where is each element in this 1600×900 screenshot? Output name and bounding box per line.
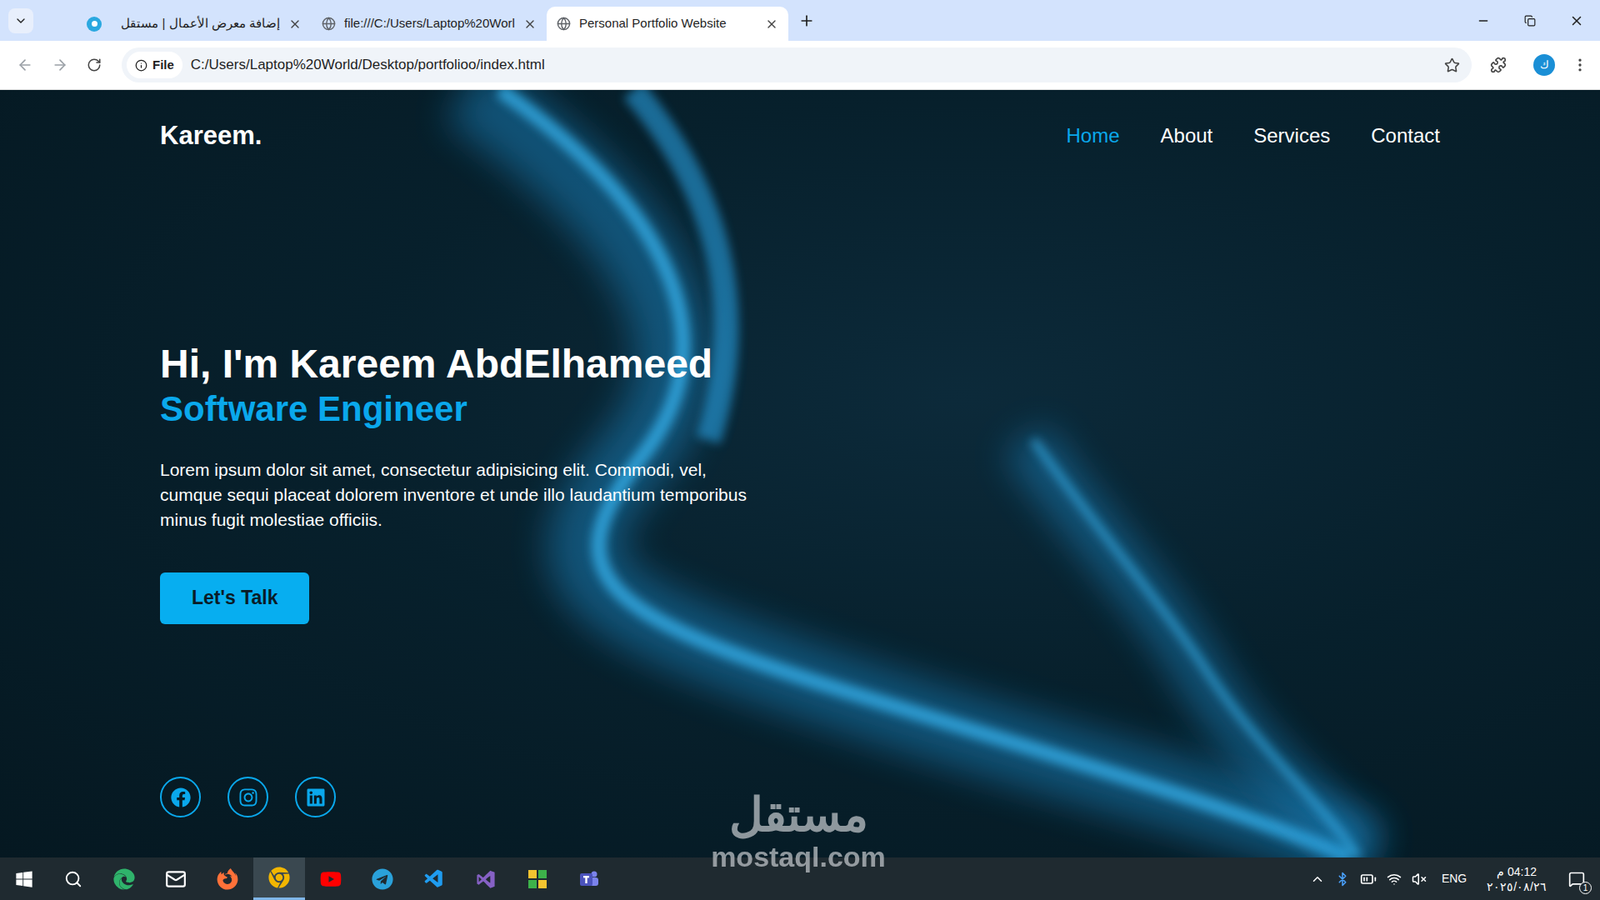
- menu-icon[interactable]: [1571, 56, 1589, 74]
- social-links: [160, 776, 1440, 818]
- firefox-icon: [216, 868, 239, 890]
- browser-tab[interactable]: file:///C:/Users/Laptop%20Worl: [311, 6, 547, 41]
- portfolio-page: Kareem. Home About Services Contact Hi, I'm K…: [0, 90, 1600, 858]
- tab-title: إضافة معرض الأعمال | مستقل: [110, 14, 280, 34]
- windows-icon: [15, 870, 34, 889]
- battery-icon[interactable]: [1360, 870, 1377, 888]
- edge-icon: [113, 868, 135, 890]
- file-badge[interactable]: File: [126, 51, 183, 79]
- watermark: مستقلmostaql.com: [710, 790, 886, 874]
- address-bar[interactable]: File C:/Users/Laptop%20World/Desktop/port…: [121, 47, 1472, 83]
- close-tab-icon[interactable]: [523, 17, 537, 31]
- back-icon[interactable]: [16, 56, 34, 74]
- linkedin-icon: [305, 787, 326, 808]
- social-link[interactable]: [227, 776, 269, 818]
- start-button[interactable]: [0, 857, 49, 900]
- language-indicator[interactable]: ENG: [1436, 870, 1472, 888]
- vscode-icon: [423, 868, 445, 890]
- tab-title: Personal Portfolio Website: [579, 14, 757, 34]
- reload-icon[interactable]: [86, 57, 102, 73]
- wifi-icon[interactable]: [1386, 871, 1402, 887]
- main-nav: Home About Services Contact: [1066, 120, 1441, 151]
- system-tray: ENG 04:12 م٢٠٢٥/٠٨/٢٦ 1: [1310, 864, 1600, 895]
- volume-muted-icon[interactable]: [1411, 871, 1427, 887]
- taskbar-app[interactable]: [98, 857, 150, 900]
- info-icon: [135, 59, 148, 72]
- mail-icon: [165, 868, 187, 890]
- url-text: C:/Users/Laptop%20World/Desktop/portfoli…: [190, 54, 1436, 76]
- watermark-latin: mostaql.com: [710, 840, 886, 874]
- restore-icon: [1524, 15, 1536, 27]
- lets-talk-button[interactable]: Let's Talk: [160, 572, 310, 625]
- tab-title: file:///C:/Users/Laptop%20Worl: [344, 14, 515, 34]
- profile-avatar[interactable]: ك: [1533, 54, 1555, 76]
- desktop-screen: إضافة معرض الأعمال | مستقل file:///C:/Use…: [0, 0, 1600, 900]
- nav-link[interactable]: Contact: [1370, 120, 1440, 151]
- nav-link[interactable]: Home: [1066, 120, 1120, 151]
- close-icon: [1569, 13, 1585, 29]
- search-button[interactable]: [48, 857, 99, 900]
- instagram-icon: [238, 787, 259, 808]
- watermark-arabic: مستقل: [729, 790, 869, 840]
- hero-role: Software Engineer: [160, 387, 468, 431]
- mostaql-favicon-icon: [86, 16, 102, 32]
- globe-icon: [321, 16, 336, 31]
- taskbar-app[interactable]: [253, 857, 305, 900]
- tab-search-button[interactable]: [8, 8, 34, 34]
- notification-count: 1: [1579, 881, 1592, 895]
- close-tab-icon[interactable]: [288, 17, 302, 31]
- taskbar-app[interactable]: [563, 857, 615, 900]
- taskbar-app[interactable]: [150, 857, 202, 900]
- taskbar: ENG 04:12 م٢٠٢٥/٠٨/٢٦ 1: [0, 857, 1600, 900]
- search-icon: [64, 870, 83, 889]
- social-link[interactable]: [160, 776, 201, 818]
- nav-link[interactable]: About: [1160, 120, 1214, 151]
- browser-tab[interactable]: Personal Portfolio Website: [546, 6, 789, 41]
- minimize-button[interactable]: [1460, 0, 1507, 41]
- site-header: Kareem. Home About Services Contact: [160, 116, 1440, 156]
- telegram-icon: [371, 868, 394, 890]
- close-tab-icon[interactable]: [765, 17, 779, 31]
- logo[interactable]: Kareem.: [160, 116, 262, 156]
- facebook-icon: [170, 787, 191, 808]
- close-button[interactable]: [1553, 0, 1600, 41]
- bluetooth-icon[interactable]: [1335, 871, 1350, 887]
- taskbar-app[interactable]: [511, 857, 564, 900]
- clock[interactable]: 04:12 م٢٠٢٥/٠٨/٢٦: [1481, 864, 1552, 895]
- bookmark-star-icon[interactable]: [1444, 57, 1460, 74]
- globe-icon: [556, 16, 571, 31]
- notification-button[interactable]: 1: [1561, 864, 1592, 895]
- taskbar-app[interactable]: [460, 857, 512, 900]
- nav-link[interactable]: Services: [1253, 120, 1330, 151]
- tab-strip: إضافة معرض الأعمال | مستقل file:///C:/Use…: [0, 0, 1600, 41]
- youtube-icon: [320, 868, 342, 890]
- minimize-icon: [1476, 14, 1490, 28]
- chevron-up-icon[interactable]: [1310, 871, 1325, 887]
- hero: Hi, I'm Kareem AbdElhameedSoftware Engin…: [160, 340, 794, 625]
- chrome-icon: [268, 866, 290, 889]
- hero-description: Lorem ipsum dolor sit amet, consectetur …: [160, 457, 769, 533]
- social-link[interactable]: [295, 776, 336, 818]
- hero-title: Hi, I'm Kareem AbdElhameed: [160, 340, 713, 388]
- taskbar-app[interactable]: [408, 857, 460, 900]
- new-tab-icon[interactable]: [798, 12, 815, 30]
- taskbar-app[interactable]: [356, 857, 409, 900]
- extensions-icon[interactable]: [1490, 56, 1507, 74]
- teams-icon: [578, 868, 600, 890]
- restore-button[interactable]: [1506, 0, 1554, 41]
- forward-icon[interactable]: [51, 56, 69, 74]
- snip-tool-icon: [526, 868, 549, 890]
- browser-tab[interactable]: إضافة معرض الأعمال | مستقل: [76, 6, 312, 41]
- taskbar-app[interactable]: [305, 857, 357, 900]
- chevron-down-icon: [14, 14, 28, 28]
- toolbar: File C:/Users/Laptop%20World/Desktop/port…: [0, 40, 1600, 90]
- visual-studio-icon: [473, 866, 499, 892]
- taskbar-app[interactable]: [201, 857, 254, 900]
